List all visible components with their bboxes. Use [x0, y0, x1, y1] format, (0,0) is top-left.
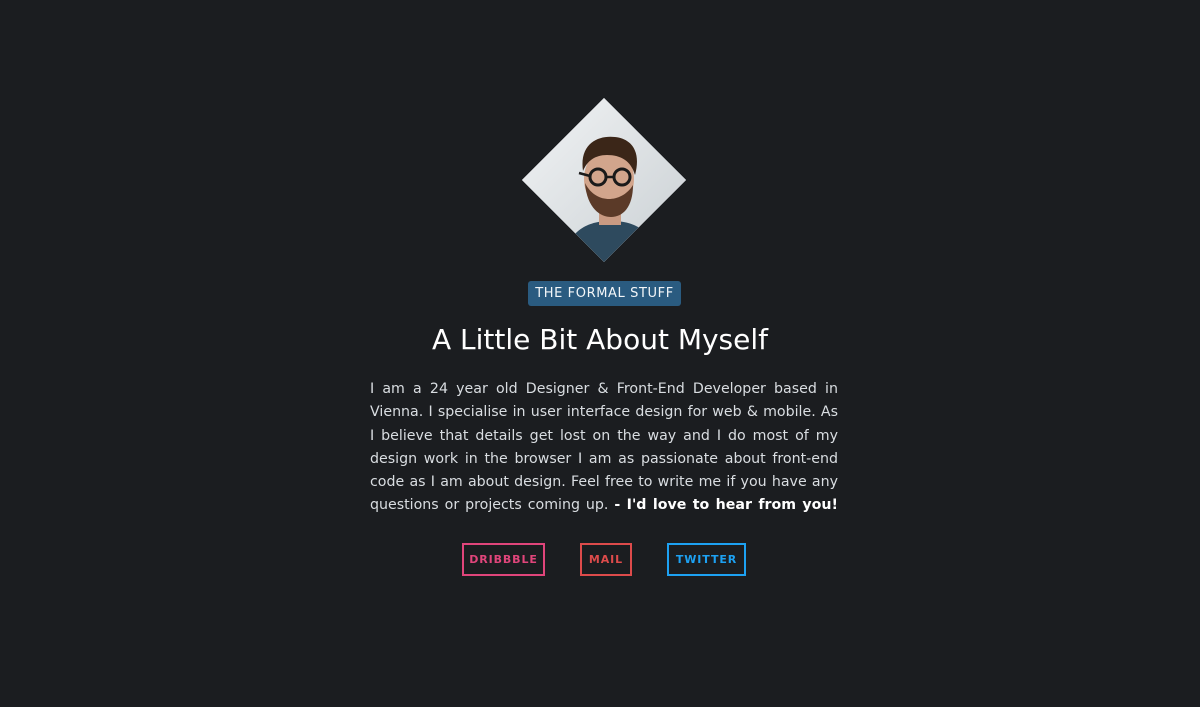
mail-link[interactable]: MAIL	[580, 543, 632, 576]
bio-text: I am a 24 year old Designer & Front-End …	[370, 381, 838, 514]
portrait-icon	[521, 97, 687, 263]
section-badge: THE FORMAL STUFF	[528, 281, 681, 306]
bio-closing: - I'd love to hear from you!	[614, 497, 838, 514]
dribbble-link[interactable]: DRIBBBLE	[462, 543, 545, 576]
bio-paragraph: I am a 24 year old Designer & Front-End …	[370, 378, 838, 518]
profile-photo	[521, 97, 687, 263]
about-page: THE FORMAL STUFF A Little Bit About Myse…	[0, 0, 1200, 707]
twitter-link[interactable]: TWITTER	[667, 543, 746, 576]
page-title: A Little Bit About Myself	[431, 323, 769, 356]
